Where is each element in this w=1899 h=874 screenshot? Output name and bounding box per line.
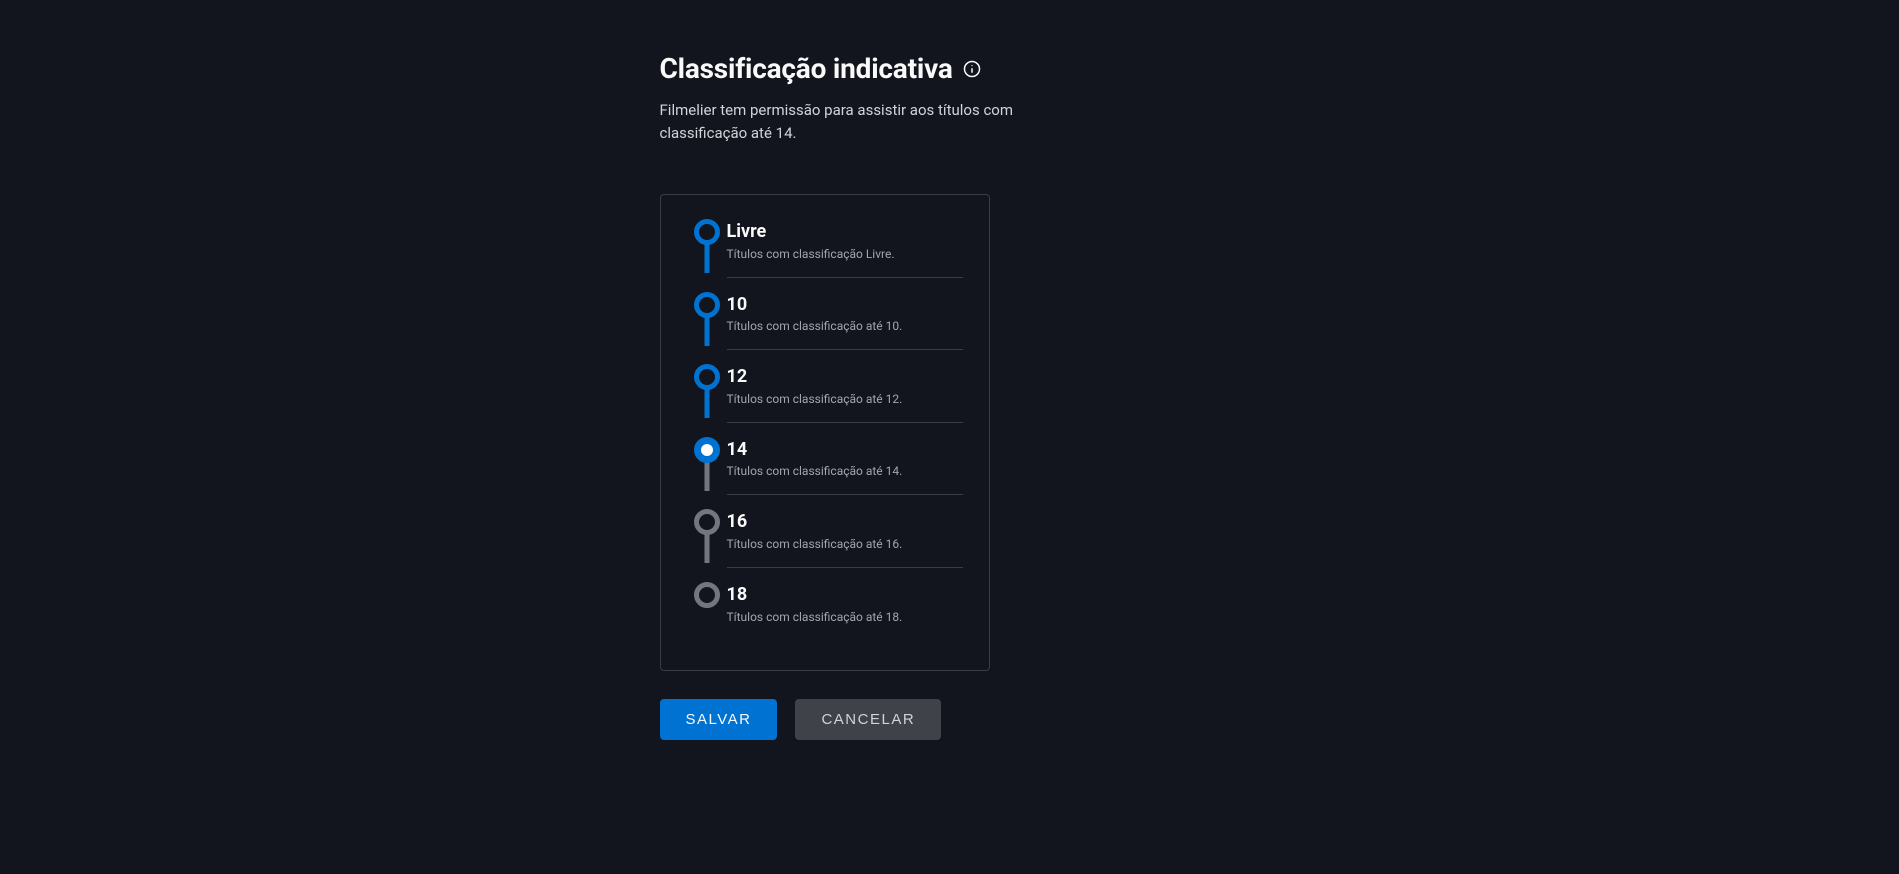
rating-label: 18 (727, 584, 963, 606)
page-subtitle: Filmelier tem permissão para assistir ao… (660, 99, 1080, 144)
rating-option-16[interactable]: 16 Títulos com classificação até 16. (687, 511, 963, 584)
rating-node-icon (694, 364, 720, 390)
ratings-card: Livre Títulos com classificação Livre. 10 T… (660, 194, 990, 671)
rating-option-10[interactable]: 10 Títulos com classificação até 10. (687, 294, 963, 367)
rating-description: Títulos com classificação até 14. (727, 464, 963, 478)
rating-option-18[interactable]: 18 Títulos com classificação até 18. (687, 584, 963, 656)
rating-node-icon (694, 509, 720, 535)
rating-option-12[interactable]: 12 Títulos com classificação até 12. (687, 366, 963, 439)
rating-node-icon (694, 292, 720, 318)
rating-label: 12 (727, 366, 963, 388)
rating-option-livre[interactable]: Livre Títulos com classificação Livre. (687, 221, 963, 294)
rating-description: Títulos com classificação até 18. (727, 610, 963, 624)
cancel-button[interactable]: Cancelar (795, 699, 941, 740)
rating-label: 14 (727, 439, 963, 461)
page-title: Classificação indicativa (660, 52, 953, 85)
rating-description: Títulos com classificação até 16. (727, 537, 963, 551)
rating-label: 10 (727, 294, 963, 316)
rating-node-icon (694, 219, 720, 245)
save-button[interactable]: Salvar (660, 699, 778, 740)
rating-label: Livre (727, 221, 963, 243)
rating-description: Títulos com classificação até 10. (727, 319, 963, 333)
rating-node-icon (694, 437, 720, 463)
rating-label: 16 (727, 511, 963, 533)
rating-description: Títulos com classificação Livre. (727, 247, 963, 261)
rating-description: Títulos com classificação até 12. (727, 392, 963, 406)
rating-option-14[interactable]: 14 Títulos com classificação até 14. (687, 439, 963, 512)
info-icon[interactable] (963, 60, 981, 78)
rating-node-icon (694, 582, 720, 608)
